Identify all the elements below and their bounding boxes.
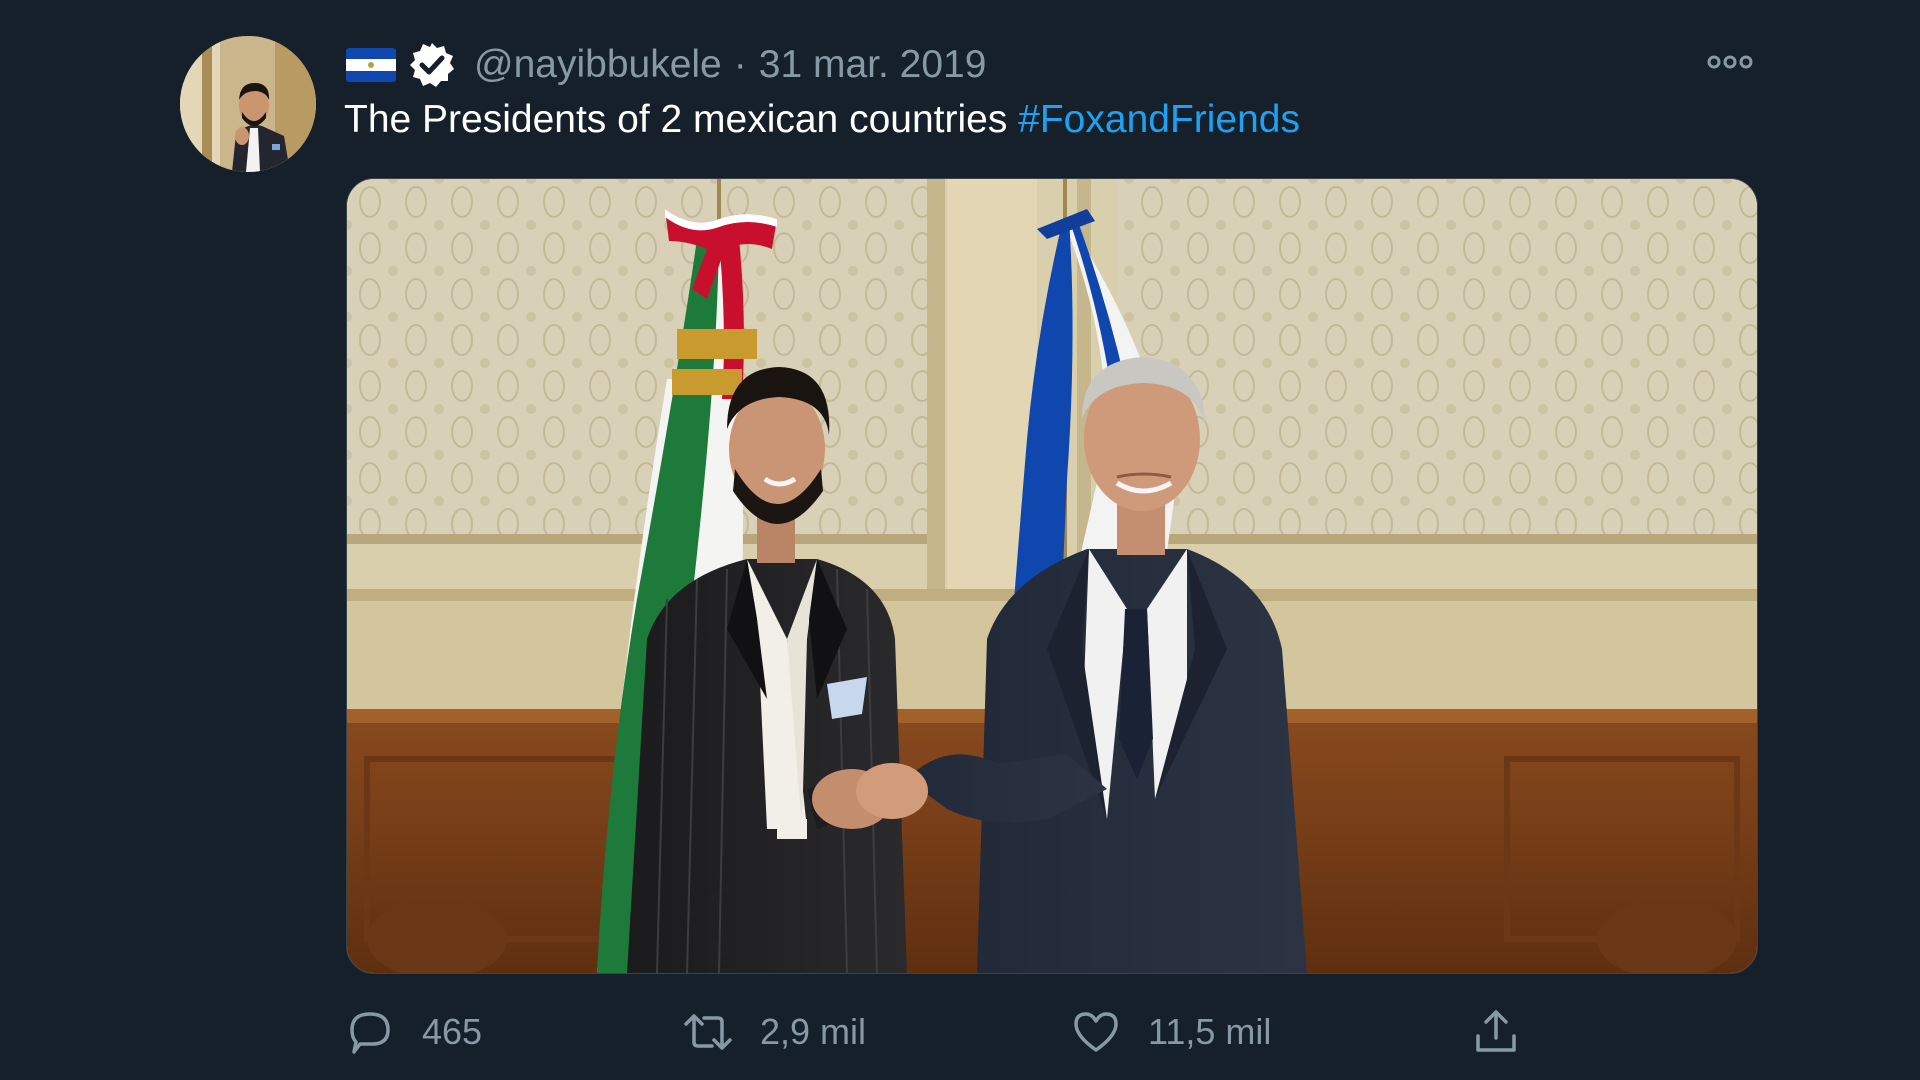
el-salvador-flag-icon: [346, 48, 396, 82]
author-handle[interactable]: @nayibbukele: [474, 43, 722, 87]
profile-avatar[interactable]: [180, 36, 316, 172]
retweet-icon: [684, 1014, 732, 1050]
tweet-page: @nayibbukele · 31 mar. 2019 The Presiden…: [0, 0, 1920, 1080]
like-icon: [1074, 1012, 1118, 1052]
tweet-media-photo[interactable]: [346, 178, 1758, 974]
tweet-date[interactable]: 31 mar. 2019: [759, 43, 987, 87]
retweet-button[interactable]: 2,9 mil: [684, 1000, 866, 1064]
avatar-photo: [180, 36, 316, 172]
tweet-action-bar: 465 2,9 mil 11,5 mil: [346, 1000, 1756, 1064]
like-count: 11,5 mil: [1148, 1011, 1272, 1052]
verified-badge-icon: [408, 41, 456, 89]
more-options-icon[interactable]: [1706, 48, 1754, 76]
photo-two-presidents-handshake: [347, 179, 1757, 973]
like-button[interactable]: 11,5 mil: [1072, 1000, 1271, 1064]
share-button[interactable]: [1472, 1000, 1548, 1064]
tweet-text: The Presidents of 2 mexican countries #F…: [344, 98, 1300, 142]
tweet-body: The Presidents of 2 mexican countries: [344, 98, 1008, 141]
header-separator: ·: [733, 43, 747, 86]
reply-count: 465: [422, 1011, 483, 1052]
hashtag-link[interactable]: #FoxandFriends: [1018, 98, 1300, 141]
reply-icon: [350, 1012, 390, 1054]
tweet-header: @nayibbukele · 31 mar. 2019: [346, 40, 986, 90]
reply-button[interactable]: 465: [346, 1000, 482, 1064]
share-icon: [1476, 1010, 1516, 1052]
retweet-count: 2,9 mil: [760, 1011, 867, 1052]
